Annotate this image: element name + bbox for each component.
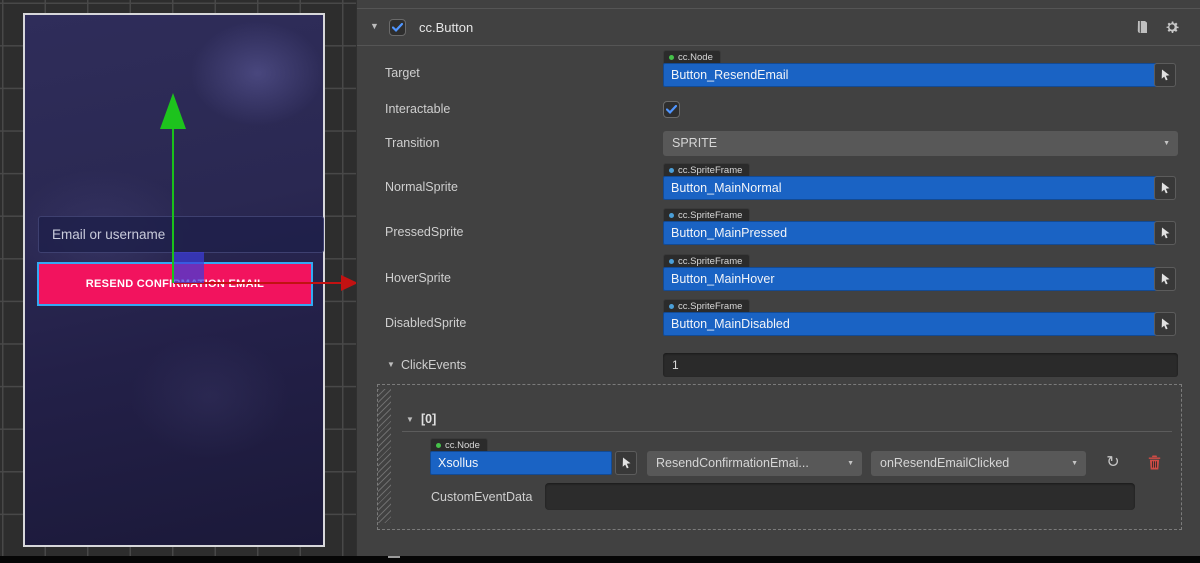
normal-sprite-field[interactable]: Button_MainNormal xyxy=(663,176,1165,200)
target-node-picker-button[interactable] xyxy=(1154,63,1176,87)
email-username-input[interactable]: Email or username xyxy=(38,216,324,253)
cocos-editor-window: Email or username RESEND CONFIRMATION EM… xyxy=(0,0,1200,563)
spriteframe-type-dot-icon xyxy=(669,213,674,218)
click-events-label: ClickEvents xyxy=(401,358,466,372)
gizmo-origin-handle[interactable] xyxy=(174,252,204,283)
divider xyxy=(357,8,1200,9)
target-node-field[interactable]: Button_ResendEmail xyxy=(663,63,1165,87)
disabled-sprite-label: DisabledSprite xyxy=(385,316,466,330)
event0-handler-dropdown[interactable]: onResendEmailClicked ▼ xyxy=(871,451,1086,476)
hover-sprite-label: HoverSprite xyxy=(385,271,451,285)
cursor-pick-icon xyxy=(1160,69,1171,81)
node-type-dot-icon xyxy=(436,443,441,448)
chevron-down-icon: ▼ xyxy=(847,451,854,476)
chevron-down-icon: ▼ xyxy=(1071,451,1078,476)
click-events-collapse-icon[interactable]: ▼ xyxy=(387,360,395,369)
pressed-sprite-label: PressedSprite xyxy=(385,225,464,239)
chevron-down-icon: ▼ xyxy=(1163,131,1170,156)
pressed-sprite-picker-button[interactable] xyxy=(1154,221,1176,245)
interactable-checkbox[interactable] xyxy=(663,101,680,118)
component-title: cc.Button xyxy=(419,20,473,35)
click-events-count-input[interactable]: 1 xyxy=(663,353,1178,377)
normal-sprite-label: NormalSprite xyxy=(385,180,458,194)
normal-sprite-type-tag: cc.SpriteFrame xyxy=(663,163,750,177)
event0-collapse-icon[interactable]: ▼ xyxy=(406,415,414,424)
spriteframe-type-dot-icon xyxy=(669,168,674,173)
hover-sprite-picker-button[interactable] xyxy=(1154,267,1176,291)
pressed-sprite-type-tag: cc.SpriteFrame xyxy=(663,208,750,222)
event0-node-type-tag: cc.Node xyxy=(430,438,488,452)
check-icon xyxy=(392,23,403,32)
array-indent-stripes xyxy=(378,389,391,523)
pressed-sprite-field[interactable]: Button_MainPressed xyxy=(663,221,1165,245)
event0-index-label: [0] xyxy=(421,412,436,426)
event0-refresh-button[interactable]: ↻ xyxy=(1103,453,1123,473)
cursor-pick-icon xyxy=(1160,273,1171,285)
event0-node-field[interactable]: Xsollus xyxy=(430,451,612,475)
scroll-edge-mark xyxy=(388,556,400,558)
hover-sprite-field[interactable]: Button_MainHover xyxy=(663,267,1165,291)
email-input-placeholder: Email or username xyxy=(52,227,165,242)
hover-sprite-type-tag: cc.SpriteFrame xyxy=(663,254,750,268)
spriteframe-type-dot-icon xyxy=(669,304,674,309)
transition-dropdown[interactable]: SPRITE ▼ xyxy=(663,131,1178,156)
target-label: Target xyxy=(385,66,420,80)
event0-delete-button[interactable] xyxy=(1145,453,1163,471)
event0-node-picker-button[interactable] xyxy=(615,451,637,475)
disabled-sprite-field[interactable]: Button_MainDisabled xyxy=(663,312,1165,336)
interactable-label: Interactable xyxy=(385,102,450,116)
transition-label: Transition xyxy=(385,136,439,150)
gizmo-y-axis-arrow-icon[interactable] xyxy=(160,93,186,129)
spriteframe-type-dot-icon xyxy=(669,259,674,264)
cursor-pick-icon xyxy=(1160,182,1171,194)
normal-sprite-picker-button[interactable] xyxy=(1154,176,1176,200)
component-enabled-checkbox[interactable] xyxy=(389,19,406,36)
divider xyxy=(402,431,1172,432)
divider xyxy=(357,45,1200,46)
component-collapse-icon[interactable]: ▼ xyxy=(370,22,379,31)
custom-event-data-input[interactable] xyxy=(545,483,1135,510)
scene-view[interactable]: Email or username RESEND CONFIRMATION EM… xyxy=(0,0,356,556)
disabled-sprite-picker-button[interactable] xyxy=(1154,312,1176,336)
refresh-icon: ↻ xyxy=(1106,455,1119,471)
custom-event-data-label: CustomEventData xyxy=(431,490,532,504)
event0-component-dropdown[interactable]: ResendConfirmationEmai... ▼ xyxy=(647,451,862,476)
cursor-pick-icon xyxy=(1160,227,1171,239)
gear-icon[interactable] xyxy=(1163,18,1181,36)
help-docs-icon[interactable] xyxy=(1133,19,1150,35)
cursor-pick-icon xyxy=(1160,318,1171,330)
node-type-dot-icon xyxy=(669,55,674,60)
disabled-sprite-type-tag: cc.SpriteFrame xyxy=(663,299,750,313)
target-type-tag: cc.Node xyxy=(663,50,721,64)
trash-icon xyxy=(1148,455,1161,470)
cursor-pick-icon xyxy=(621,457,632,469)
window-bottom-edge xyxy=(0,556,1200,563)
panel-divider xyxy=(356,0,357,556)
check-icon xyxy=(666,105,677,114)
